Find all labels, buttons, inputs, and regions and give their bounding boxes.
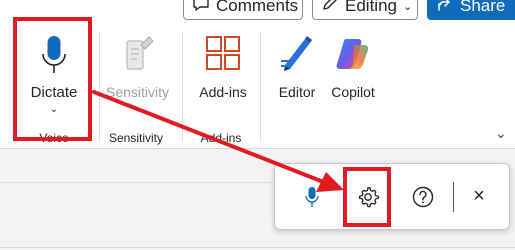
annotation-arrow (92, 90, 344, 192)
